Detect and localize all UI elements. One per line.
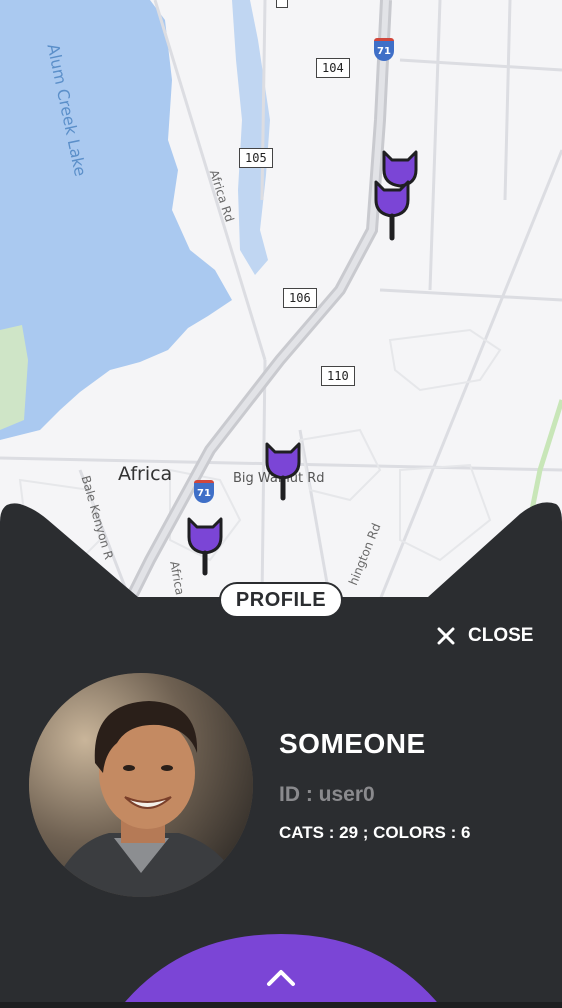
interstate-shield-top: 71 — [374, 38, 394, 61]
route-shield-105: 105 — [239, 148, 273, 168]
route-shield-106: 106 — [283, 288, 317, 308]
bottom-bar — [0, 1002, 562, 1008]
route-shield-110: 110 — [321, 366, 355, 386]
route-shield-top — [276, 0, 288, 8]
user-name: SOMEONE — [279, 728, 426, 759]
profile-tab[interactable]: PROFILE — [219, 582, 343, 618]
town-label: Africa — [118, 463, 173, 485]
user-stats: CATS : 29 ; COLORS : 6 — [279, 823, 471, 842]
app-root: Alum Creek Lake Africa Rd Africa Bale Ke… — [0, 0, 562, 1008]
close-label: CLOSE — [468, 625, 534, 646]
route-shield-104: 104 — [316, 58, 350, 78]
avatar-photo — [29, 673, 253, 897]
close-icon — [437, 627, 455, 645]
avatar — [29, 673, 253, 897]
user-id: ID : user0 — [279, 783, 375, 806]
cat-pin-icon[interactable] — [372, 178, 412, 248]
expand-button[interactable] — [120, 934, 442, 1008]
expand-shape — [120, 934, 442, 1008]
close-button[interactable]: CLOSE — [436, 622, 533, 650]
